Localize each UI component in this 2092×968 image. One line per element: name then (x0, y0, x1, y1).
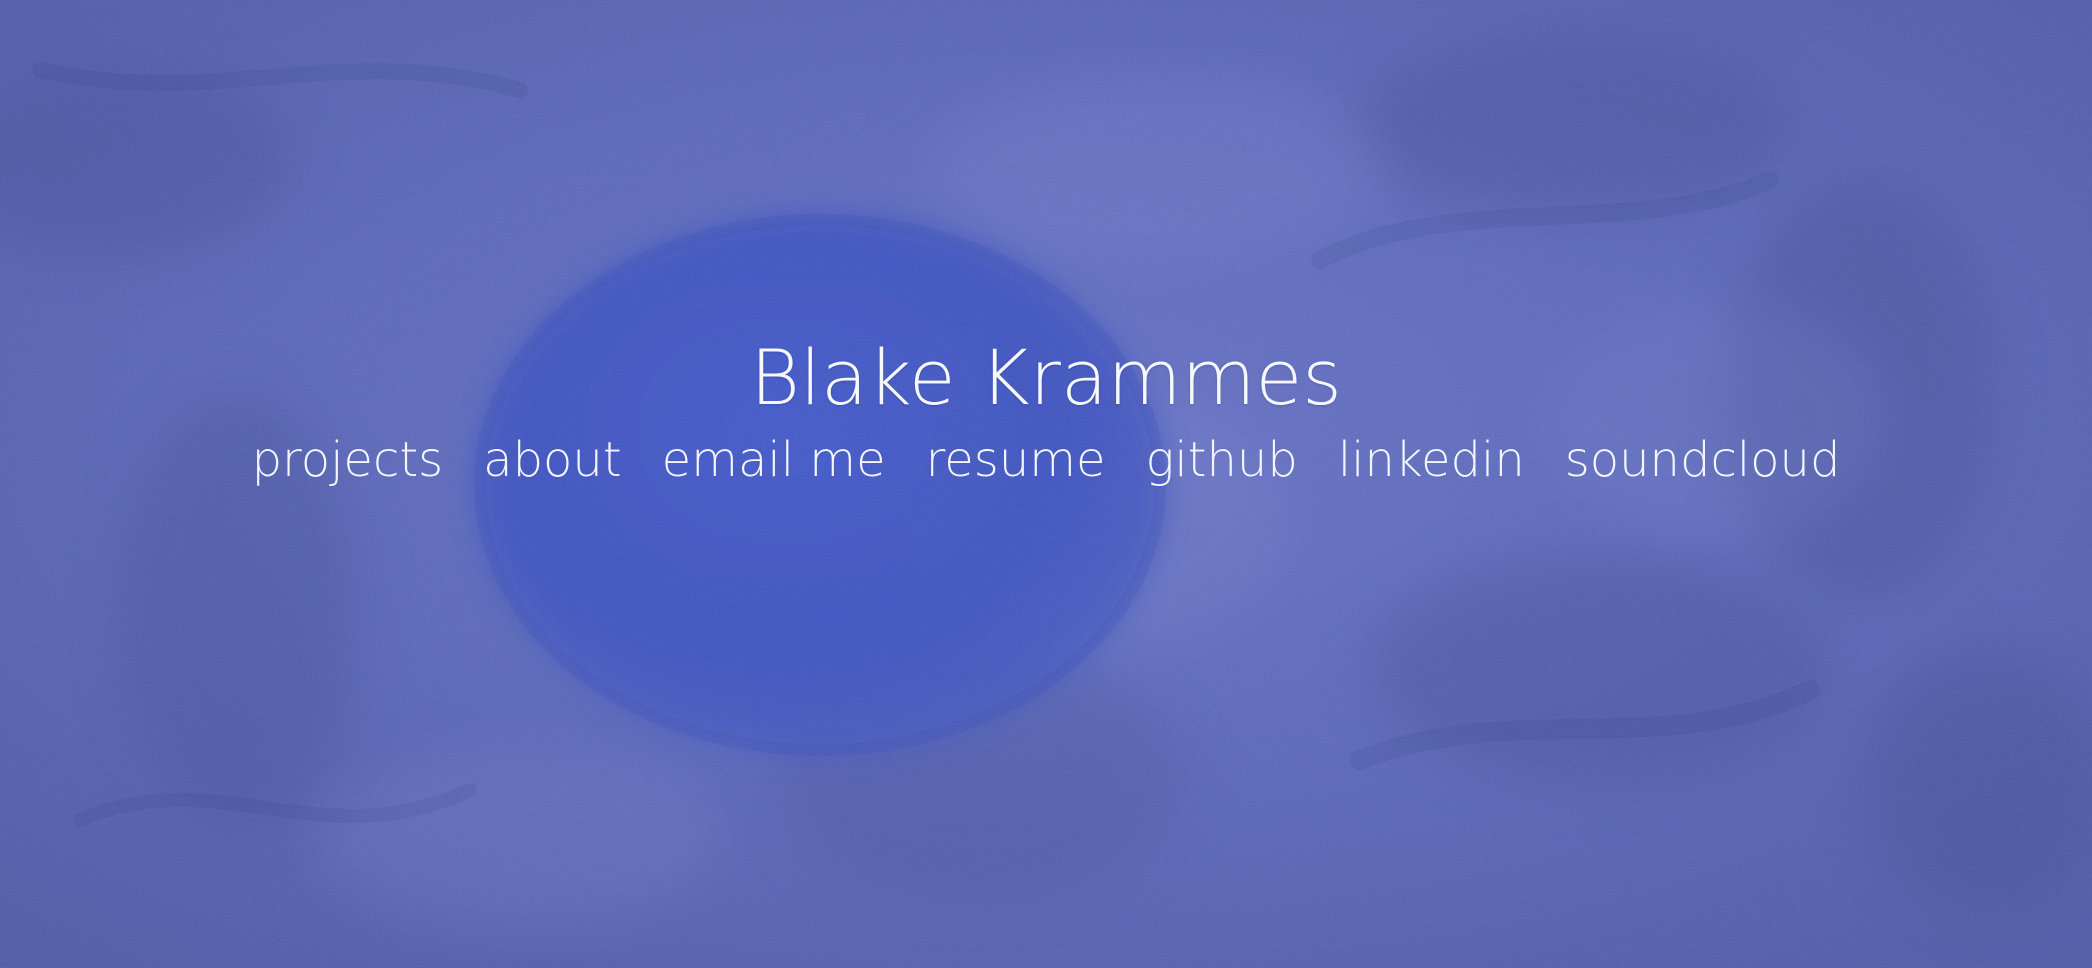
nav-link-resume[interactable]: resume (926, 428, 1106, 492)
nav-link-projects[interactable]: projects (252, 428, 444, 492)
nav-link-linkedin[interactable]: linkedin (1338, 428, 1525, 492)
nav-link-email-me[interactable]: email me (662, 428, 886, 492)
hero-section: Blake Krammes projects about email me re… (0, 0, 2092, 968)
nav-link-about[interactable]: about (483, 428, 622, 492)
page-title: Blake Krammes (750, 333, 1342, 422)
nav-link-soundcloud[interactable]: soundcloud (1565, 428, 1841, 492)
main-navigation: projects about email me resume github li… (0, 428, 2092, 492)
nav-link-github[interactable]: github (1146, 428, 1298, 492)
